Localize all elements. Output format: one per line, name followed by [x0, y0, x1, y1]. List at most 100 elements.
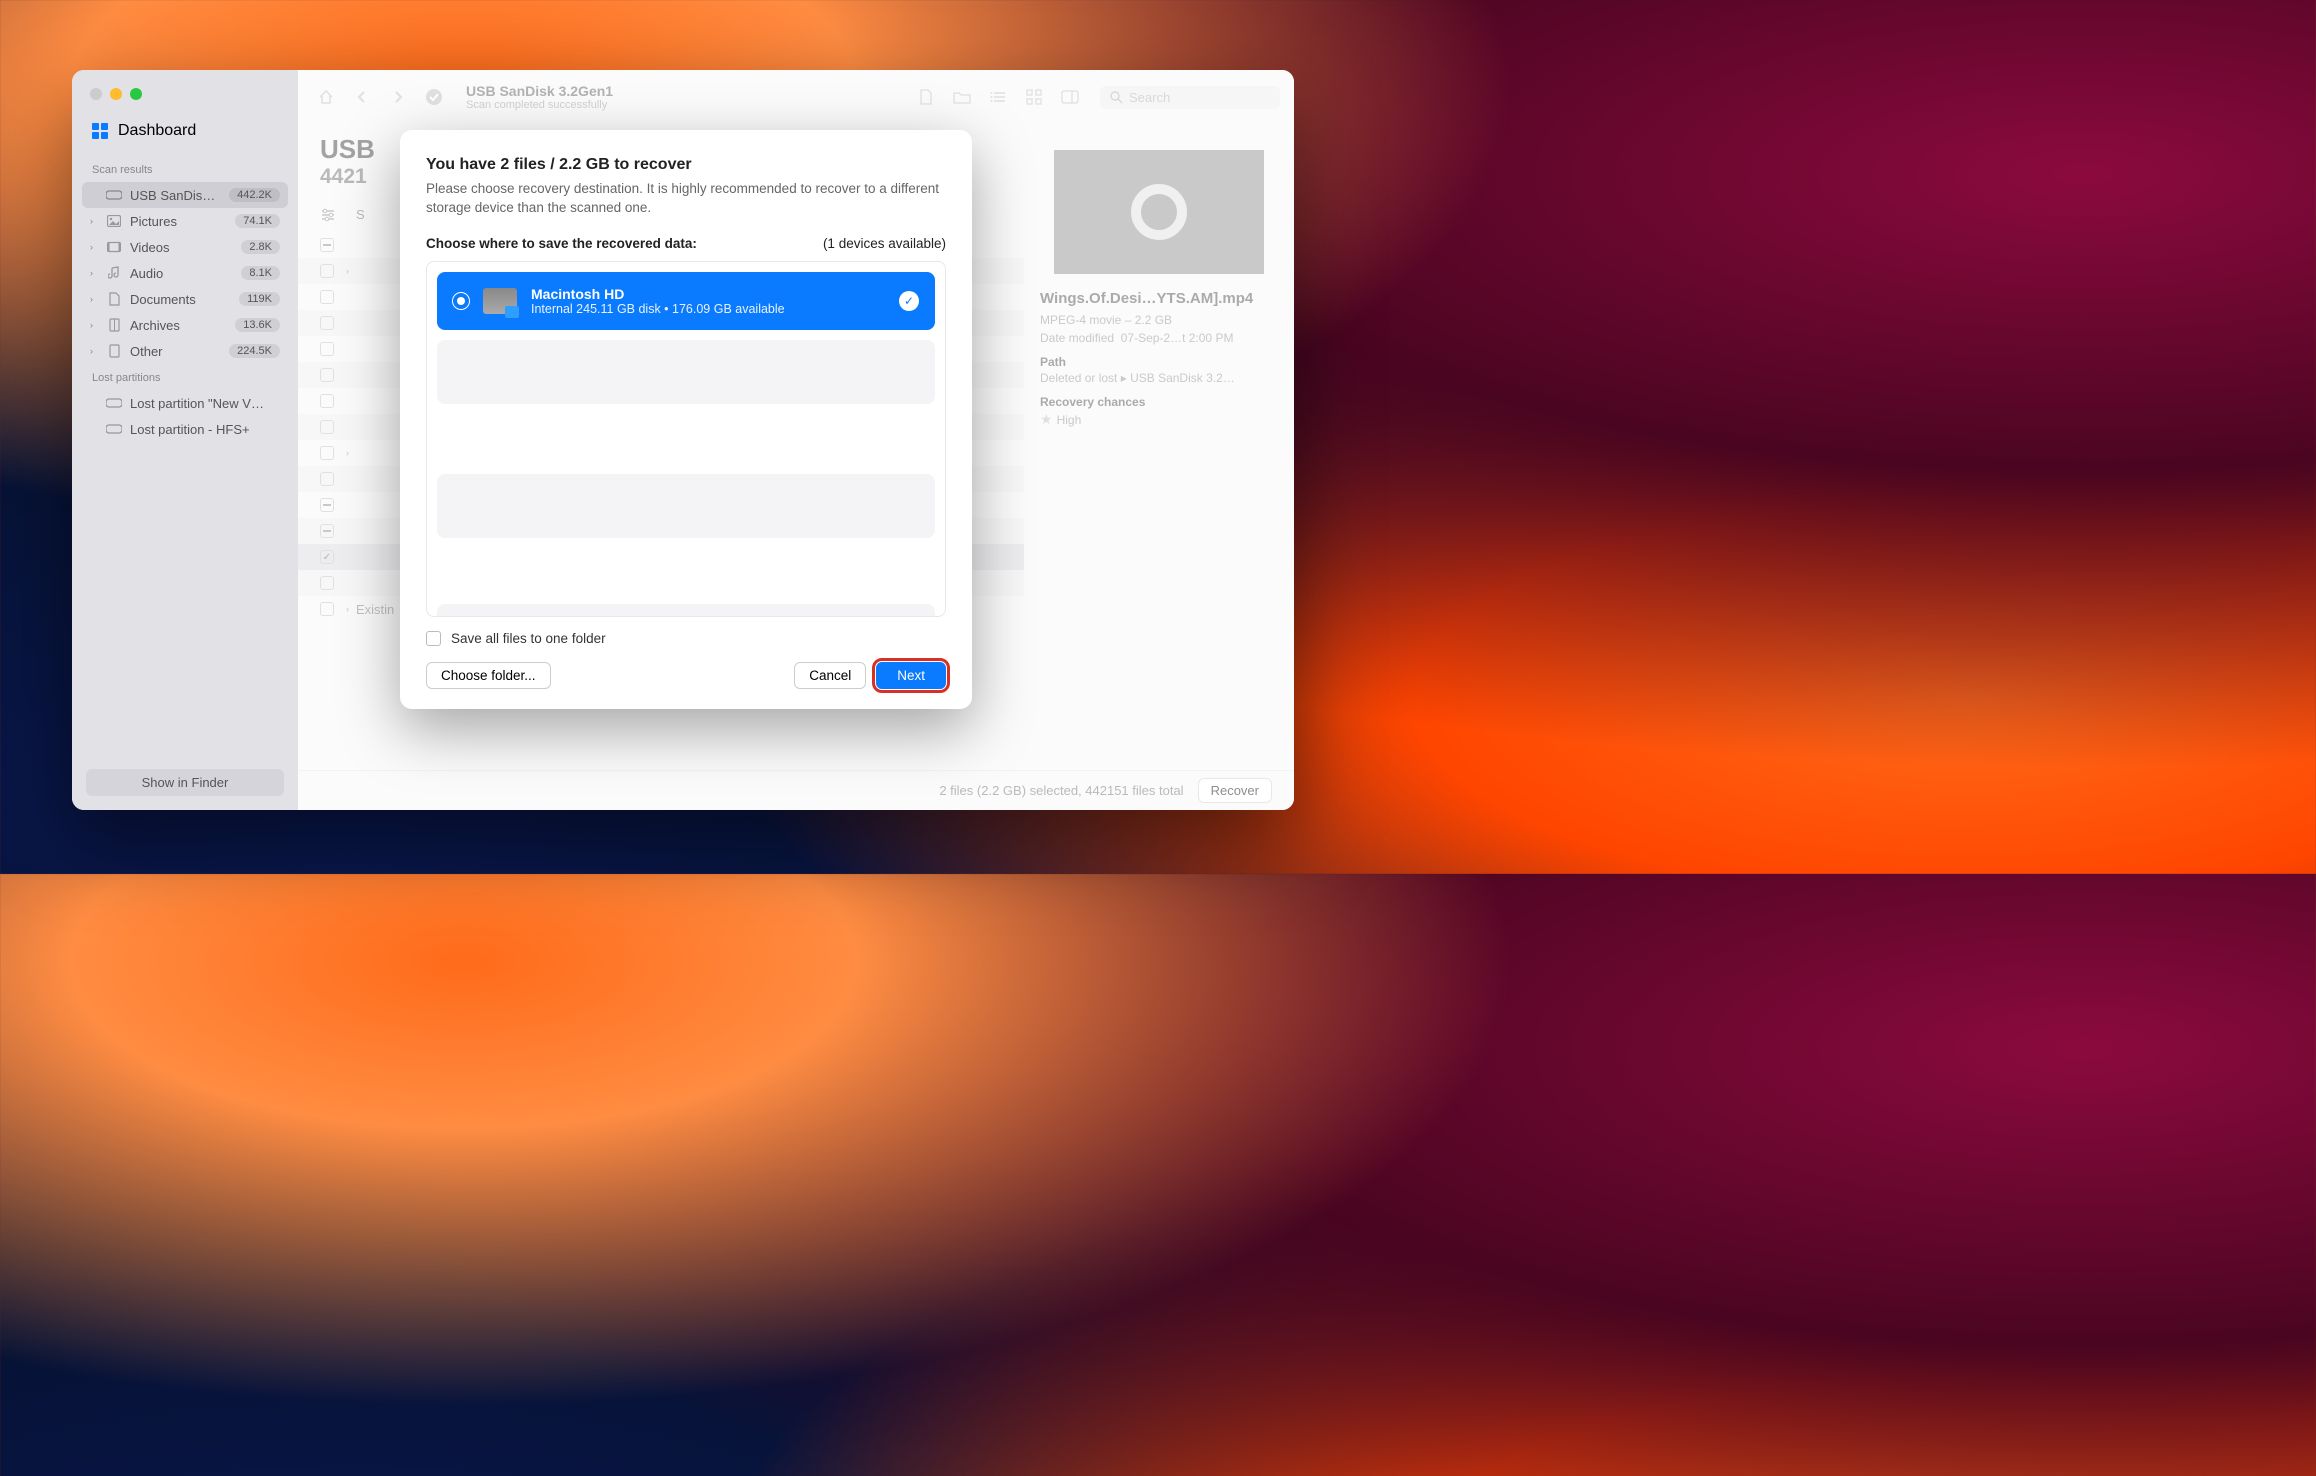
status-bar: 2 files (2.2 GB) selected, 442151 files …	[298, 770, 1294, 810]
sidebar-item-label: Other	[130, 344, 221, 359]
dashboard-nav[interactable]: Dashboard	[82, 116, 288, 146]
window-controls	[82, 88, 288, 100]
search-placeholder: Search	[1129, 90, 1170, 105]
sidebar-item-label: Videos	[130, 240, 233, 255]
device-placeholder	[437, 604, 935, 617]
checkbox-icon[interactable]	[320, 238, 334, 252]
choose-destination-label: Choose where to save the recovered data:	[426, 236, 697, 251]
folder-icon[interactable]	[948, 83, 976, 111]
forward-button[interactable]	[384, 83, 412, 111]
checkbox-icon[interactable]	[426, 631, 441, 646]
choose-folder-button[interactable]: Choose folder...	[426, 662, 551, 689]
minimize-window-button[interactable]	[110, 88, 122, 100]
sidebar-item-badge: 13.6K	[235, 318, 280, 332]
sidebar-item-label: Lost partition "New V…	[130, 396, 280, 411]
sidebar-item-lost-partition[interactable]: Lost partition "New V…	[82, 390, 288, 416]
toolbar-title: USB SanDisk 3.2Gen1	[466, 83, 613, 99]
sidebar: Dashboard Scan results USB SanDisk… 442.…	[72, 70, 298, 810]
home-icon[interactable]	[312, 83, 340, 111]
sidebar-item-label: Documents	[130, 292, 231, 307]
other-icon	[106, 343, 122, 359]
path-label: Path	[1040, 355, 1278, 369]
picture-icon	[106, 213, 122, 229]
checkbox-icon[interactable]	[320, 472, 334, 486]
checkbox-icon[interactable]	[320, 602, 334, 616]
sidebar-item-label: Archives	[130, 318, 227, 333]
device-list: Macintosh HD Internal 245.11 GB disk • 1…	[426, 261, 946, 617]
device-option[interactable]: Macintosh HD Internal 245.11 GB disk • 1…	[437, 272, 935, 330]
save-all-label: Save all files to one folder	[451, 631, 606, 646]
checkbox-icon[interactable]	[320, 550, 334, 564]
device-name: Macintosh HD	[531, 286, 885, 302]
recovery-destination-modal: You have 2 files / 2.2 GB to recover Ple…	[400, 130, 972, 709]
checkbox-icon[interactable]	[320, 316, 334, 330]
sidebar-item-other[interactable]: › Other 224.5K	[82, 338, 288, 364]
filter-icon[interactable]	[320, 208, 336, 222]
cancel-button[interactable]: Cancel	[794, 662, 866, 689]
status-icon	[420, 83, 448, 111]
recovery-chances-value: ★High	[1040, 411, 1278, 428]
hard-drive-icon	[483, 288, 517, 314]
sidebar-item-label: Lost partition - HFS+	[130, 422, 280, 437]
grid-view-icon[interactable]	[1020, 83, 1048, 111]
checkbox-icon[interactable]	[320, 342, 334, 356]
close-window-button[interactable]	[90, 88, 102, 100]
checkbox-icon[interactable]	[320, 368, 334, 382]
toolbar-title-block: USB SanDisk 3.2Gen1 Scan completed succe…	[466, 83, 613, 111]
modal-buttons: Choose folder... Cancel Next	[426, 662, 946, 689]
dashboard-label: Dashboard	[118, 122, 196, 140]
checkbox-icon[interactable]	[320, 290, 334, 304]
dashboard-icon	[92, 123, 108, 139]
device-details: Internal 245.11 GB disk • 176.09 GB avai…	[531, 302, 885, 316]
search-input[interactable]: Search	[1100, 86, 1280, 109]
modal-description: Please choose recovery destination. It i…	[426, 180, 946, 218]
toolbar-view-icons	[912, 83, 1084, 111]
panel-view-icon[interactable]	[1056, 83, 1084, 111]
path-value: Deleted or lost ▸ USB SanDisk 3.2…	[1040, 371, 1278, 385]
document-icon	[106, 291, 122, 307]
sidebar-item-videos[interactable]: › Videos 2.8K	[82, 234, 288, 260]
checkbox-icon[interactable]	[320, 576, 334, 590]
list-view-icon[interactable]	[984, 83, 1012, 111]
sidebar-item-pictures[interactable]: › Pictures 74.1K	[82, 208, 288, 234]
maximize-window-button[interactable]	[130, 88, 142, 100]
recover-button[interactable]: Recover	[1198, 778, 1272, 803]
devices-available-label: (1 devices available)	[823, 236, 946, 251]
star-icon: ★	[1040, 411, 1053, 427]
sidebar-item-documents[interactable]: › Documents 119K	[82, 286, 288, 312]
radio-selected-icon	[453, 293, 469, 309]
checkbox-icon[interactable]	[320, 394, 334, 408]
checkbox-icon[interactable]	[320, 498, 334, 512]
lost-partitions-heading: Lost partitions	[82, 364, 288, 390]
checkbox-icon[interactable]	[320, 446, 334, 460]
preview-date: Date modified 07-Sep-2…t 2:00 PM	[1040, 331, 1278, 345]
recovery-chances-label: Recovery chances	[1040, 395, 1278, 409]
toolbar-subtitle: Scan completed successfully	[466, 99, 613, 111]
preview-pane: Wings.Of.Desi…YTS.AM].mp4 MPEG-4 movie –…	[1024, 124, 1294, 770]
sidebar-item-label: Audio	[130, 266, 233, 281]
back-button[interactable]	[348, 83, 376, 111]
sidebar-item-label: Pictures	[130, 214, 227, 229]
sidebar-item-audio[interactable]: › Audio 8.1K	[82, 260, 288, 286]
checkbox-icon[interactable]	[320, 264, 334, 278]
sidebar-item-drive[interactable]: USB SanDisk… 442.2K	[82, 182, 288, 208]
archive-icon	[106, 317, 122, 333]
sidebar-item-badge: 2.8K	[241, 240, 280, 254]
sidebar-item-badge: 74.1K	[235, 214, 280, 228]
drive-icon	[106, 395, 122, 411]
check-icon: ✓	[899, 291, 919, 311]
drive-icon	[106, 187, 122, 203]
status-text: 2 files (2.2 GB) selected, 442151 files …	[939, 783, 1183, 798]
sidebar-item-label: USB SanDisk…	[130, 188, 221, 203]
file-icon[interactable]	[912, 83, 940, 111]
preview-type-size: MPEG-4 movie – 2.2 GB	[1040, 313, 1278, 327]
drive-icon	[106, 421, 122, 437]
sidebar-item-lost-partition[interactable]: Lost partition - HFS+	[82, 416, 288, 442]
toolbar: USB SanDisk 3.2Gen1 Scan completed succe…	[298, 70, 1294, 124]
checkbox-icon[interactable]	[320, 524, 334, 538]
next-button[interactable]: Next	[876, 662, 946, 689]
show-in-finder-button[interactable]: Show in Finder	[86, 769, 284, 796]
checkbox-icon[interactable]	[320, 420, 334, 434]
sidebar-item-archives[interactable]: › Archives 13.6K	[82, 312, 288, 338]
save-all-checkbox-row[interactable]: Save all files to one folder	[426, 631, 946, 646]
